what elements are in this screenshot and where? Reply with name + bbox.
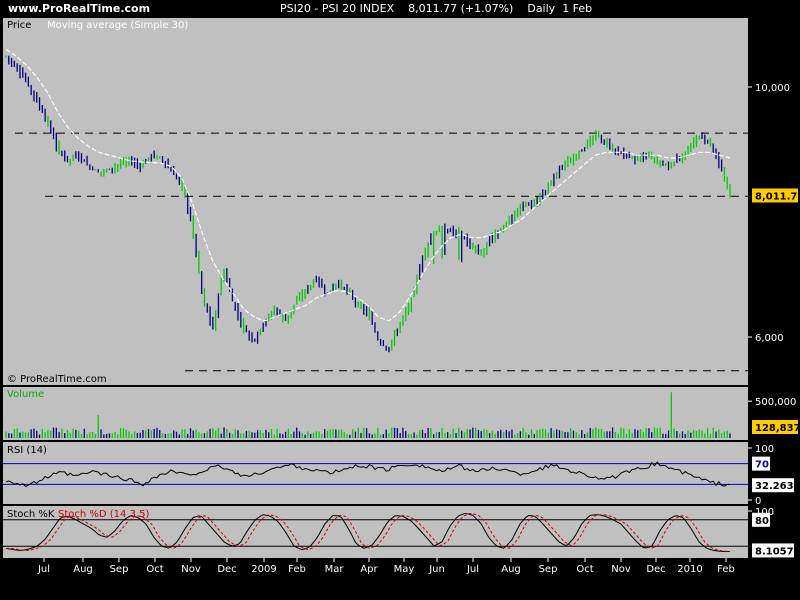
x-tick-label: Oct: [146, 564, 163, 575]
x-tick-label: Sep: [539, 564, 558, 575]
x-tick-label: 2010: [677, 564, 702, 575]
chart-canvas[interactable]: 6,00010,000500,00010001008,011.77128,837…: [0, 0, 800, 600]
rsi-tick-label: 100: [755, 444, 774, 455]
volume-panel: [3, 387, 748, 440]
x-tick-label: Oct: [576, 564, 593, 575]
watermark: © ProRealTime.com: [7, 374, 107, 385]
volume-last-value: 128,837: [755, 423, 800, 434]
x-tick-label: Dec: [646, 564, 665, 575]
x-tick-label: 2009: [251, 564, 276, 575]
x-tick-label: Jul: [37, 564, 50, 575]
x-tick-label: Feb: [717, 564, 735, 575]
x-tick-label: Dec: [217, 564, 236, 575]
rsi-label: RSI (14): [7, 445, 47, 456]
stoch-k-label: Stoch %K: [7, 509, 55, 520]
stoch-d-label: Stoch %D (14 3 5): [58, 509, 149, 520]
x-tick-label: Jun: [428, 564, 445, 575]
price-tick-label: 6,000: [755, 333, 784, 344]
x-tick-label: Nov: [181, 564, 201, 575]
price-label: Price: [7, 20, 31, 31]
volume-label: Volume: [7, 389, 44, 400]
rsi-last-value: 32.263: [755, 481, 794, 492]
stoch-last-value: 8.1057: [755, 546, 794, 557]
ma-label: Moving average (Simple 30): [47, 20, 188, 31]
x-tick-label: Mar: [325, 564, 345, 575]
x-tick-label: Aug: [501, 564, 521, 575]
rsi-tick-label: 0: [755, 496, 761, 507]
x-tick-label: Jul: [466, 564, 479, 575]
x-tick-label: Apr: [360, 564, 378, 575]
stoch-band-80-label: 80: [755, 516, 769, 527]
x-tick-label: Sep: [110, 564, 129, 575]
x-tick-label: Feb: [288, 564, 306, 575]
x-tick-label: Nov: [611, 564, 631, 575]
x-tick-label: May: [394, 564, 415, 575]
price-last-value: 8,011.77: [755, 191, 800, 202]
x-tick-label: Aug: [73, 564, 93, 575]
rsi-panel: [3, 442, 748, 504]
rsi-band-70-label: 70: [755, 460, 769, 471]
price-tick-label: 10,000: [755, 83, 790, 94]
volume-tick-label: 500,000: [755, 397, 796, 408]
